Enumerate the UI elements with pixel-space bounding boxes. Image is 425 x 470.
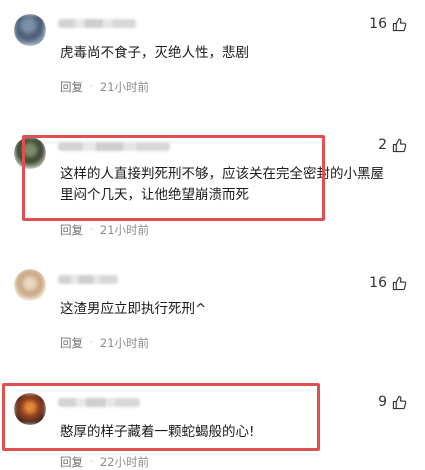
avatar[interactable] <box>14 269 46 301</box>
comment-text: 憨厚的样子藏着一颗蛇蝎般的心! <box>60 424 255 440</box>
timestamp: 21小时前 <box>99 336 150 350</box>
avatar[interactable] <box>14 14 46 46</box>
comment-text: 这渣男应立即执行死刑^ <box>60 301 207 317</box>
thumbs-up-icon <box>392 17 407 31</box>
like-count: 2 <box>378 137 387 153</box>
avatar[interactable] <box>14 137 46 169</box>
reply-button[interactable]: 回复 <box>60 335 83 351</box>
avatar[interactable] <box>14 393 46 425</box>
comment-meta: 回复 · 22小时前 <box>60 454 149 470</box>
timestamp: 21小时前 <box>99 223 150 237</box>
comment-meta: 回复 · 21小时前 <box>60 335 149 351</box>
reply-button[interactable]: 回复 <box>60 222 83 238</box>
comment-item: 16 虎毒尚不食子，灭绝人性，悲剧 回复 · 21小时前 <box>0 0 425 115</box>
comment-text: 虎毒尚不食子，灭绝人性，悲剧 <box>60 45 249 61</box>
comment-meta: 回复 · 21小时前 <box>60 222 149 238</box>
timestamp: 21小时前 <box>99 80 150 94</box>
username[interactable] <box>58 142 170 151</box>
like-count: 9 <box>378 394 387 410</box>
like-button[interactable]: 16 <box>369 16 407 32</box>
meta-separator: · <box>90 82 93 92</box>
comment-text: 这样的人直接判死刑不够，应该关在完全密封的小黑屋里闷个几天，让他绝望崩溃而死 <box>60 166 384 203</box>
thumbs-up-icon <box>392 395 407 409</box>
like-count: 16 <box>369 275 387 291</box>
timestamp: 22小时前 <box>99 455 150 469</box>
meta-separator: · <box>90 225 93 235</box>
username[interactable] <box>58 398 140 407</box>
reply-button[interactable]: 回复 <box>60 79 83 95</box>
meta-separator: · <box>90 457 93 467</box>
username[interactable] <box>58 275 118 284</box>
comment-meta: 回复 · 21小时前 <box>60 79 149 95</box>
like-button[interactable]: 9 <box>378 394 407 410</box>
comment-item: 16 这渣男应立即执行死刑^ 回复 · 21小时前 <box>0 253 425 363</box>
comment-item: 2 这样的人直接判死刑不够，应该关在完全密封的小黑屋里闷个几天，让他绝望崩溃而死… <box>0 115 425 253</box>
like-count: 16 <box>369 16 387 32</box>
thumbs-up-icon <box>392 138 407 152</box>
comment-item: 9 憨厚的样子藏着一颗蛇蝎般的心! 回复 · 22小时前 <box>0 363 425 469</box>
username[interactable] <box>58 19 136 28</box>
like-button[interactable]: 2 <box>378 137 407 153</box>
reply-button[interactable]: 回复 <box>60 454 83 470</box>
meta-separator: · <box>90 338 93 348</box>
like-button[interactable]: 16 <box>369 275 407 291</box>
thumbs-up-icon <box>392 276 407 290</box>
